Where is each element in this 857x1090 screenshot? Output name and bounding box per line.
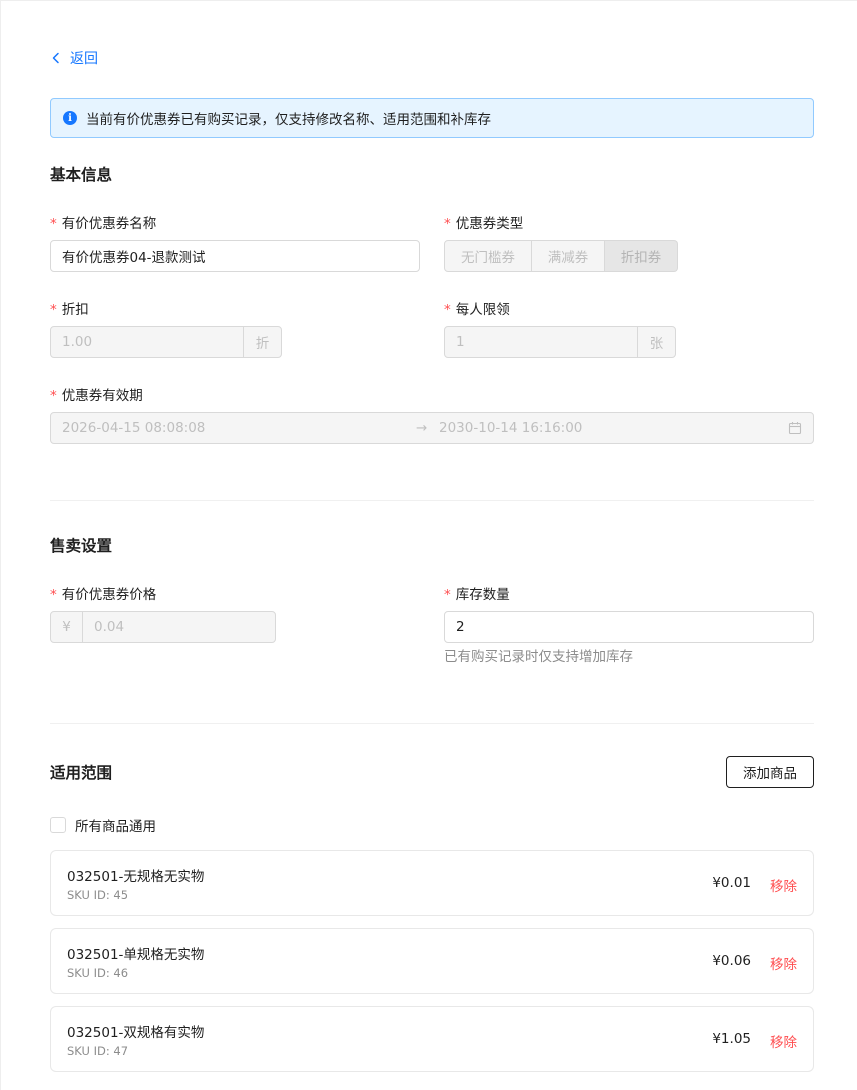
discount-unit: 折: [243, 326, 282, 358]
validity-end[interactable]: 2030-10-14 16:16:00: [439, 420, 582, 436]
back-label: 返回: [70, 51, 98, 67]
range-separator-icon: →: [416, 420, 428, 436]
info-alert: i 当前有价优惠券已有购买记录，仅支持修改名称、适用范围和补库存: [50, 98, 814, 138]
price-input[interactable]: 0.04: [82, 611, 276, 643]
type-option-full-reduction[interactable]: 满减券: [532, 240, 605, 272]
required-mark: *: [50, 388, 57, 404]
coupon-type-label: * 优惠券类型: [444, 216, 524, 232]
product-name: 032501-无规格无实物: [67, 869, 205, 885]
validity-start[interactable]: 2026-04-15 08:08:08: [62, 420, 205, 436]
all-products-checkbox-row[interactable]: 所有商品通用: [50, 815, 156, 835]
type-option-discount[interactable]: 折扣券: [605, 240, 678, 272]
product-price: ¥1.05: [712, 1031, 751, 1047]
product-card: 032501-无规格无实物 SKU ID: 45 ¥0.01 移除: [50, 850, 814, 916]
calendar-icon: [788, 422, 802, 435]
stock-label: * 库存数量: [444, 587, 510, 603]
section-title-scope: 适用范围: [50, 764, 113, 782]
price-label: * 有价优惠券价格: [50, 587, 157, 603]
product-name: 032501-双规格有实物: [67, 1025, 205, 1041]
required-mark: *: [50, 587, 57, 603]
all-products-checkbox[interactable]: [50, 817, 66, 833]
chevron-left-icon: [52, 52, 59, 64]
discount-label: * 折扣: [50, 302, 89, 318]
limit-input[interactable]: 1: [444, 326, 638, 358]
required-mark: *: [50, 302, 57, 318]
section-divider: [50, 723, 814, 724]
type-option-no-threshold[interactable]: 无门槛券: [444, 240, 532, 272]
required-mark: *: [50, 216, 57, 232]
price-prefix: ¥: [50, 611, 83, 643]
limit-label: * 每人限领: [444, 302, 510, 318]
alert-text: 当前有价优惠券已有购买记录，仅支持修改名称、适用范围和补库存: [86, 112, 491, 128]
product-sku: SKU ID: 47: [67, 1044, 129, 1058]
product-price: ¥0.06: [712, 953, 751, 969]
limit-unit: 张: [637, 326, 676, 358]
section-divider: [50, 500, 814, 501]
required-mark: *: [444, 216, 451, 232]
validity-label: * 优惠券有效期: [50, 388, 143, 404]
section-title-basic: 基本信息: [50, 166, 113, 184]
remove-product-button[interactable]: 移除: [770, 1031, 797, 1051]
product-card: 032501-双规格有实物 SKU ID: 47 ¥1.05 移除: [50, 1006, 814, 1072]
page-frame: [0, 0, 857, 1090]
all-products-label: 所有商品通用: [75, 819, 156, 835]
back-link[interactable]: 返回: [50, 48, 98, 68]
remove-product-button[interactable]: 移除: [770, 953, 797, 973]
product-sku: SKU ID: 46: [67, 966, 129, 980]
discount-input[interactable]: 1.00: [50, 326, 244, 358]
stock-help-text: 已有购买记录时仅支持增加库存: [444, 649, 633, 665]
product-sku: SKU ID: 45: [67, 888, 129, 902]
required-mark: *: [444, 587, 451, 603]
coupon-type-selector: 无门槛券 满减券 折扣券: [444, 240, 678, 272]
info-circle-icon: i: [63, 111, 77, 125]
coupon-name-label: * 有价优惠券名称: [50, 216, 157, 232]
stock-input[interactable]: 2: [444, 611, 814, 643]
remove-product-button[interactable]: 移除: [770, 875, 797, 895]
section-title-sale: 售卖设置: [50, 537, 113, 555]
validity-range-picker[interactable]: 2026-04-15 08:08:08 → 2030-10-14 16:16:0…: [50, 412, 814, 444]
coupon-name-input[interactable]: 有价优惠券04-退款测试: [50, 240, 420, 272]
product-name: 032501-单规格无实物: [67, 947, 205, 963]
required-mark: *: [444, 302, 451, 318]
product-card: 032501-单规格无实物 SKU ID: 46 ¥0.06 移除: [50, 928, 814, 994]
add-product-button[interactable]: 添加商品: [726, 756, 814, 788]
product-price: ¥0.01: [712, 875, 751, 891]
